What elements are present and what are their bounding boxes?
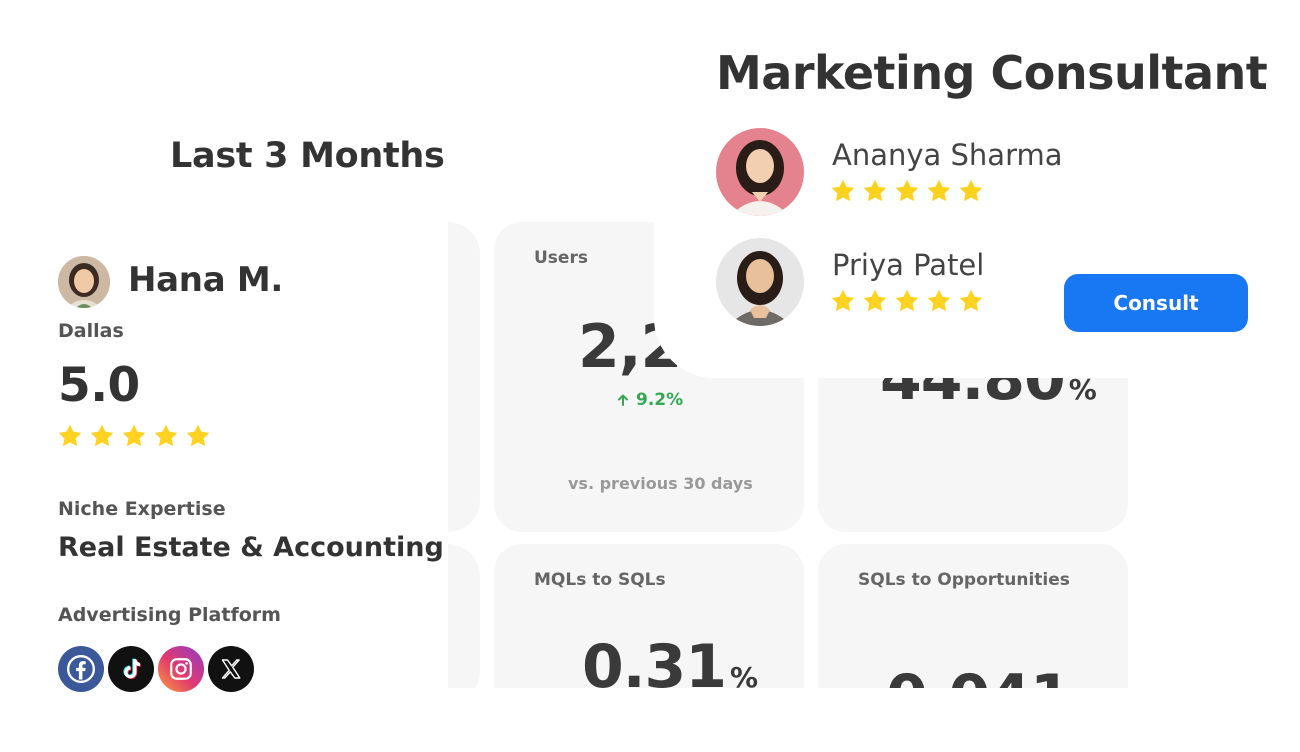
ad-platforms — [58, 646, 254, 692]
profile-name: Hana M. — [128, 260, 284, 300]
partial-card — [448, 222, 480, 532]
consultant-item[interactable]: Priya Patel — [716, 238, 1116, 328]
star-icon — [154, 424, 178, 447]
x-icon[interactable] — [208, 646, 254, 692]
star-icon — [895, 179, 919, 202]
bottom-mask — [440, 688, 1160, 752]
rating-value: 5.0 — [58, 358, 140, 413]
star-icon — [186, 424, 210, 447]
star-icon — [927, 289, 951, 312]
users-delta: 9.2% — [616, 390, 683, 410]
card-label: MQLs to SQLs — [534, 570, 666, 590]
star-icon — [863, 289, 887, 312]
comparison-note: vs. previous 30 days — [568, 474, 753, 493]
tiktok-icon[interactable] — [108, 646, 154, 692]
consultant-name: Ananya Sharma — [832, 138, 1063, 172]
star-icon — [90, 424, 114, 447]
star-rating — [830, 288, 984, 314]
avatar — [58, 256, 110, 308]
niche-value: Real Estate & Accounting — [58, 532, 444, 563]
avatar — [716, 128, 804, 216]
star-icon — [895, 289, 919, 312]
star-rating — [830, 178, 984, 204]
star-rating — [57, 423, 211, 449]
consult-button[interactable]: Consult — [1064, 274, 1248, 332]
star-icon — [58, 424, 82, 447]
card-label: Users — [534, 248, 588, 268]
delta-value: 9.2% — [636, 390, 684, 410]
arrow-up-icon — [618, 394, 628, 406]
niche-label: Niche Expertise — [58, 498, 226, 520]
consultant-item[interactable]: Ananya Sharma — [716, 128, 1116, 218]
star-icon — [831, 179, 855, 202]
star-icon — [959, 179, 983, 202]
ad-platform-label: Advertising Platform — [58, 604, 281, 626]
profile-city: Dallas — [58, 320, 124, 342]
star-icon — [122, 424, 146, 447]
facebook-icon[interactable] — [58, 646, 104, 692]
card-label: SQLs to Opportunities — [858, 570, 1070, 590]
star-icon — [959, 289, 983, 312]
partial-card — [448, 544, 480, 704]
star-icon — [831, 289, 855, 312]
period-title: Last 3 Months — [170, 136, 445, 176]
avatar — [716, 238, 804, 326]
consultant-panel-title: Marketing Consultant — [716, 46, 1268, 100]
instagram-icon[interactable] — [158, 646, 204, 692]
consultant-name: Priya Patel — [832, 248, 985, 282]
star-icon — [863, 179, 887, 202]
star-icon — [927, 179, 951, 202]
